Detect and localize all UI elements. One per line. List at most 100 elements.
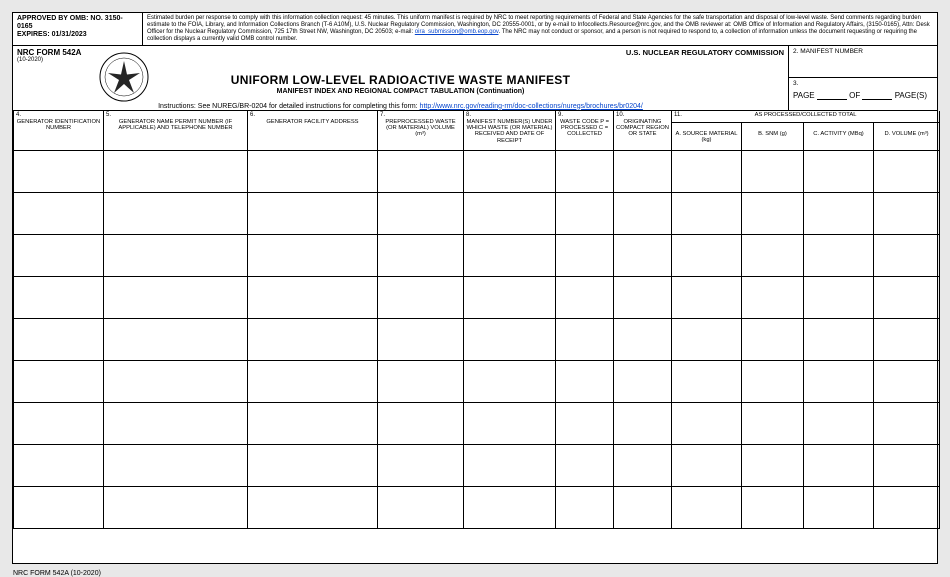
table-cell[interactable] [614,151,672,193]
page-number-cell[interactable]: 3. PAGE OF PAGE(S) [789,78,937,110]
table-cell[interactable] [464,319,556,361]
table-cell[interactable] [556,361,614,403]
page-total-blank[interactable] [862,91,892,100]
table-cell[interactable] [378,403,464,445]
table-cell[interactable] [742,403,804,445]
table-cell[interactable] [248,487,378,529]
table-cell[interactable] [672,445,742,487]
table-cell[interactable] [874,403,940,445]
table-cell[interactable] [804,193,874,235]
table-cell[interactable] [672,193,742,235]
table-cell[interactable] [672,361,742,403]
table-cell[interactable] [14,193,104,235]
table-cell[interactable] [804,487,874,529]
table-cell[interactable] [742,361,804,403]
table-cell[interactable] [556,235,614,277]
table-cell[interactable] [378,445,464,487]
table-cell[interactable] [804,361,874,403]
table-cell[interactable] [556,151,614,193]
table-cell[interactable] [614,487,672,529]
table-cell[interactable] [804,277,874,319]
table-cell[interactable] [556,277,614,319]
table-cell[interactable] [248,445,378,487]
table-cell[interactable] [614,403,672,445]
table-cell[interactable] [104,487,248,529]
table-cell[interactable] [14,361,104,403]
table-cell[interactable] [672,277,742,319]
table-cell[interactable] [248,403,378,445]
table-cell[interactable] [614,445,672,487]
table-cell[interactable] [804,235,874,277]
table-cell[interactable] [14,445,104,487]
table-cell[interactable] [464,151,556,193]
table-cell[interactable] [742,151,804,193]
table-cell[interactable] [874,151,940,193]
page-current-blank[interactable] [817,91,847,100]
table-cell[interactable] [464,277,556,319]
table-cell[interactable] [874,193,940,235]
table-cell[interactable] [104,235,248,277]
table-cell[interactable] [378,319,464,361]
table-cell[interactable] [556,193,614,235]
manifest-number-cell[interactable]: 2. MANIFEST NUMBER [789,46,937,79]
table-cell[interactable] [378,193,464,235]
table-cell[interactable] [378,361,464,403]
table-cell[interactable] [556,403,614,445]
table-cell[interactable] [104,193,248,235]
table-cell[interactable] [556,487,614,529]
table-cell[interactable] [556,319,614,361]
table-cell[interactable] [248,235,378,277]
table-cell[interactable] [14,151,104,193]
table-cell[interactable] [742,193,804,235]
table-cell[interactable] [104,403,248,445]
table-cell[interactable] [614,193,672,235]
table-cell[interactable] [874,487,940,529]
table-cell[interactable] [464,193,556,235]
table-cell[interactable] [464,361,556,403]
table-cell[interactable] [104,445,248,487]
table-cell[interactable] [804,319,874,361]
table-cell[interactable] [464,403,556,445]
table-cell[interactable] [14,487,104,529]
table-cell[interactable] [804,403,874,445]
table-cell[interactable] [104,319,248,361]
table-cell[interactable] [874,445,940,487]
table-cell[interactable] [464,487,556,529]
table-cell[interactable] [672,403,742,445]
table-cell[interactable] [14,319,104,361]
table-cell[interactable] [874,361,940,403]
table-cell[interactable] [248,151,378,193]
table-cell[interactable] [614,361,672,403]
table-cell[interactable] [742,235,804,277]
table-cell[interactable] [104,151,248,193]
table-cell[interactable] [804,445,874,487]
table-cell[interactable] [614,319,672,361]
table-cell[interactable] [378,235,464,277]
table-cell[interactable] [874,277,940,319]
table-cell[interactable] [874,319,940,361]
table-cell[interactable] [742,445,804,487]
table-cell[interactable] [672,319,742,361]
table-cell[interactable] [248,277,378,319]
table-cell[interactable] [742,277,804,319]
table-cell[interactable] [14,235,104,277]
table-cell[interactable] [614,277,672,319]
table-cell[interactable] [742,487,804,529]
table-cell[interactable] [104,277,248,319]
table-cell[interactable] [614,235,672,277]
table-cell[interactable] [672,235,742,277]
table-cell[interactable] [556,445,614,487]
table-cell[interactable] [874,235,940,277]
burden-email-link[interactable]: oira_submission@omb.eop.gov [415,29,499,35]
table-cell[interactable] [672,151,742,193]
table-cell[interactable] [804,151,874,193]
table-cell[interactable] [742,319,804,361]
table-cell[interactable] [464,445,556,487]
table-cell[interactable] [378,277,464,319]
table-cell[interactable] [248,319,378,361]
table-cell[interactable] [248,193,378,235]
table-cell[interactable] [248,361,378,403]
instructions-link[interactable]: http://www.nrc.gov/reading-rm/doc-collec… [420,103,643,110]
table-cell[interactable] [104,361,248,403]
table-cell[interactable] [464,235,556,277]
